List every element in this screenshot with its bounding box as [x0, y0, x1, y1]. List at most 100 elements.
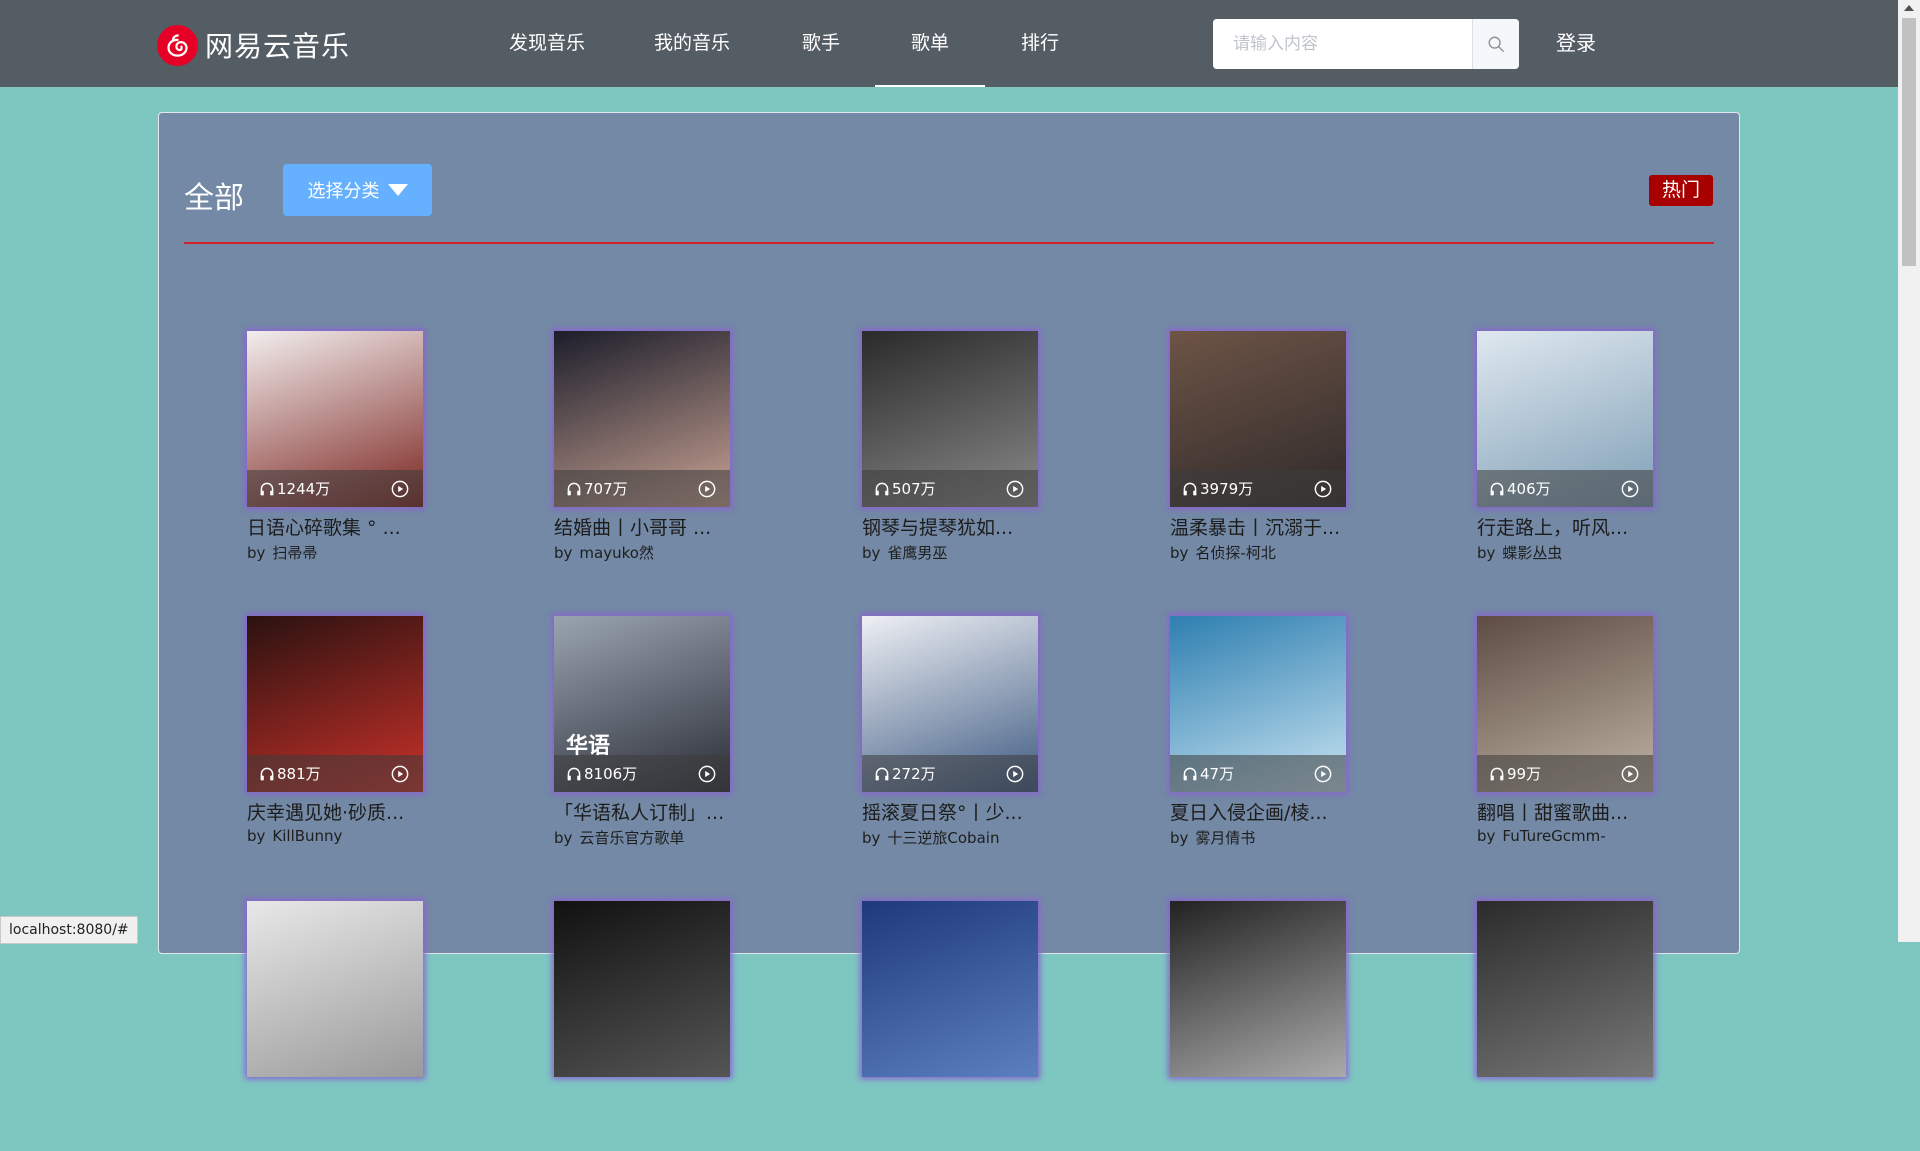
play-count-value: 272万 — [892, 765, 936, 783]
select-category-label: 选择分类 — [307, 181, 380, 202]
headphones-icon — [567, 767, 581, 780]
playlist-title[interactable]: 日语心碎歌集 ° ... — [247, 513, 423, 540]
play-count-value: 47万 — [1200, 765, 1235, 783]
playlist-author: by mayuko然 — [554, 542, 654, 563]
play-circle-icon[interactable] — [1006, 480, 1024, 498]
playlist-card[interactable]: 507万 钢琴与提琴犹如... by 雀鹰男巫 — [862, 331, 1038, 581]
cover-overlay: 272万 — [862, 755, 1038, 792]
nav-item-charts[interactable]: 排行 — [1000, 0, 1080, 87]
cover-overlay: 507万 — [862, 470, 1038, 507]
playlist-cover[interactable] — [1170, 901, 1346, 1077]
netease-logo-icon — [157, 24, 198, 66]
author-name[interactable]: 雾月倩书 — [1195, 829, 1255, 847]
playlist-card[interactable]: 华语 8106万 「华语私人订制」... by 云音乐官方歌单 — [554, 616, 730, 866]
search-button[interactable] — [1472, 19, 1519, 69]
nav-item-artists[interactable]: 歌手 — [781, 0, 861, 87]
search-input[interactable] — [1213, 19, 1472, 69]
playlist-card[interactable] — [1170, 901, 1346, 1151]
playlist-cover[interactable] — [554, 901, 730, 1077]
play-circle-icon[interactable] — [698, 480, 716, 498]
playlist-cover[interactable]: 272万 — [862, 616, 1038, 792]
author-prefix: by — [862, 829, 881, 847]
play-circle-icon[interactable] — [1006, 765, 1024, 783]
play-circle-icon[interactable] — [1314, 765, 1332, 783]
playlist-card[interactable] — [247, 901, 423, 1151]
headphones-icon — [260, 482, 274, 495]
author-name[interactable]: 扫帚帚 — [272, 544, 317, 562]
playlist-title[interactable]: 庆幸遇见她·砂质... — [247, 798, 423, 825]
playlist-card[interactable]: 99万 翻唱丨甜蜜歌曲... by FuTureGcmm- — [1477, 616, 1653, 866]
login-link[interactable]: 登录 — [1556, 0, 1596, 87]
author-name[interactable]: 蝶影丛虫 — [1502, 544, 1562, 562]
author-prefix: by — [1477, 544, 1496, 562]
playlist-cover[interactable]: 47万 — [1170, 616, 1346, 792]
category-title: 全部 — [184, 181, 244, 216]
playlist-title[interactable]: 温柔暴击丨沉溺于... — [1170, 513, 1346, 540]
playlist-card[interactable]: 1244万日语心碎歌集 ° ... by 扫帚帚 — [247, 331, 423, 581]
author-name[interactable]: KillBunny — [272, 827, 342, 845]
playlist-cover[interactable]: 3979万 — [1170, 331, 1346, 507]
play-circle-icon[interactable] — [391, 480, 409, 498]
playlist-title[interactable]: 行走路上，听风... — [1477, 513, 1653, 540]
play-count-value: 1244万 — [277, 480, 331, 498]
play-count-value: 99万 — [1507, 765, 1542, 783]
author-name[interactable]: 云音乐官方歌单 — [579, 829, 684, 847]
play-circle-icon[interactable] — [1314, 480, 1332, 498]
playlist-author: by 蝶影丛虫 — [1477, 542, 1562, 563]
play-count: 272万 — [874, 763, 936, 784]
playlist-card[interactable]: 47万 夏日入侵企画/棱... by 雾月倩书 — [1170, 616, 1346, 866]
playlist-cover[interactable]: 99万 — [1477, 616, 1653, 792]
playlist-cover[interactable]: 华语 8106万 — [554, 616, 730, 792]
author-name[interactable]: mayuko然 — [579, 544, 654, 562]
play-count-value: 8106万 — [584, 765, 638, 783]
playlist-title[interactable]: 结婚曲丨小哥哥 ... — [554, 513, 730, 540]
play-count: 707万 — [566, 478, 628, 499]
playlist-title[interactable]: 「华语私人订制」... — [554, 798, 730, 825]
select-category-button[interactable]: 选择分类 — [283, 164, 432, 216]
play-count-value: 406万 — [1507, 480, 1551, 498]
scroll-thumb[interactable] — [1902, 18, 1916, 266]
play-circle-icon[interactable] — [1621, 480, 1639, 498]
playlist-title[interactable]: 夏日入侵企画/棱... — [1170, 798, 1346, 825]
author-name[interactable]: 名侦探-柯北 — [1195, 544, 1275, 562]
scroll-up-arrow-icon[interactable] — [1904, 5, 1914, 11]
author-name[interactable]: 十三逆旅Cobain — [887, 829, 999, 847]
playlist-card[interactable]: 881万 庆幸遇见她·砂质... by KillBunny — [247, 616, 423, 866]
playlist-card[interactable]: 406万行走路上，听风... by 蝶影丛虫 — [1477, 331, 1653, 581]
playlist-card[interactable] — [1477, 901, 1653, 1151]
playlist-card[interactable]: 3979万 温柔暴击丨沉溺于... by 名侦探-柯北 — [1170, 331, 1346, 581]
playlist-cover[interactable]: 406万 — [1477, 331, 1653, 507]
playlist-card[interactable]: 272万摇滚夏日祭°丨少... by 十三逆旅Cobain — [862, 616, 1038, 866]
playlist-cover[interactable] — [862, 901, 1038, 1077]
play-circle-icon[interactable] — [391, 765, 409, 783]
playlist-card[interactable] — [862, 901, 1038, 1151]
hot-tag[interactable]: 热门 — [1649, 175, 1713, 206]
playlist-title[interactable]: 翻唱丨甜蜜歌曲... — [1477, 798, 1653, 825]
headphones-icon — [260, 767, 274, 780]
playlist-cover[interactable]: 1244万 — [247, 331, 423, 507]
playlist-cover[interactable]: 881万 — [247, 616, 423, 792]
author-prefix: by — [247, 544, 266, 562]
playlist-cover[interactable] — [247, 901, 423, 1077]
playlist-title[interactable]: 钢琴与提琴犹如... — [862, 513, 1038, 540]
brand-logo[interactable]: 网易云音乐 — [157, 24, 350, 66]
playlist-card[interactable]: 707万结婚曲丨小哥哥 ... by mayuko然 — [554, 331, 730, 581]
author-name[interactable]: 雀鹰男巫 — [887, 544, 947, 562]
page-scrollbar[interactable] — [1898, 0, 1920, 942]
nav-item-my-music[interactable]: 我的音乐 — [637, 0, 747, 87]
cover-overlay: 707万 — [554, 470, 730, 507]
play-count: 47万 — [1182, 763, 1234, 784]
play-count-value: 3979万 — [1200, 480, 1254, 498]
play-circle-icon[interactable] — [698, 765, 716, 783]
playlist-cover[interactable]: 707万 — [554, 331, 730, 507]
playlist-cover[interactable]: 507万 — [862, 331, 1038, 507]
author-name[interactable]: FuTureGcmm- — [1502, 827, 1605, 845]
nav-item-discover[interactable]: 发现音乐 — [492, 0, 602, 87]
playlist-card[interactable] — [554, 901, 730, 1151]
play-count-value: 707万 — [584, 480, 628, 498]
play-circle-icon[interactable] — [1621, 765, 1639, 783]
playlist-cover[interactable] — [1477, 901, 1653, 1077]
search-icon — [1488, 36, 1504, 52]
playlist-title[interactable]: 摇滚夏日祭°丨少... — [862, 798, 1038, 825]
nav-item-playlists[interactable]: 歌单 — [875, 0, 985, 87]
